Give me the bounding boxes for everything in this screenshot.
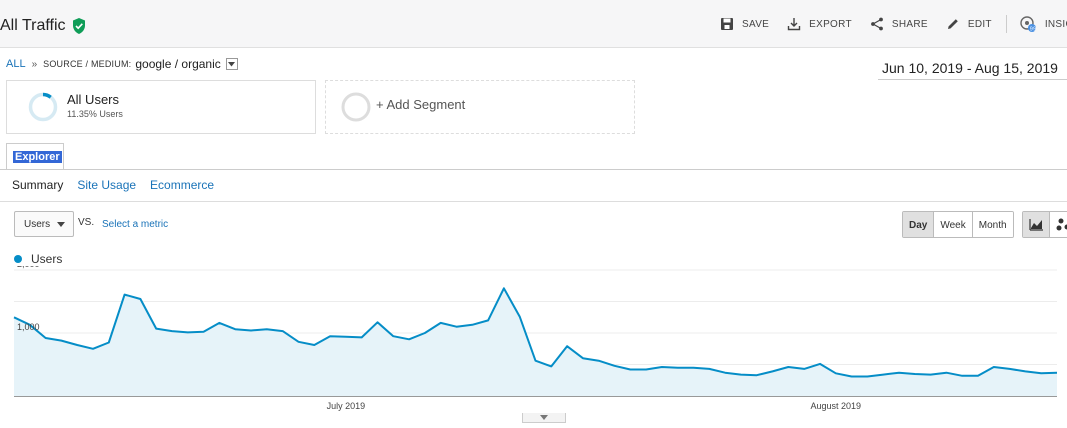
caret-down-icon [540, 415, 548, 420]
breadcrumb-dropdown-button[interactable] [225, 58, 238, 70]
caret-down-icon [57, 222, 65, 227]
breadcrumb-dimension: SOURCE / MEDIUM: [43, 59, 132, 69]
segment-subtitle: 11.35% Users [67, 109, 123, 119]
add-segment-label: + Add Segment [376, 97, 466, 112]
select-metric-link[interactable]: Select a metric [102, 219, 168, 230]
metric-select[interactable]: Users [14, 211, 74, 237]
save-button[interactable]: SAVE [720, 17, 769, 31]
tab-divider [0, 169, 1067, 170]
insights-icon: 99+ [1020, 16, 1037, 32]
motion-chart-button[interactable] [1049, 212, 1067, 237]
export-button[interactable]: EXPORT [787, 17, 852, 31]
chart-type-toggle [1022, 211, 1067, 238]
x-tick-label: July 2019 [327, 401, 366, 411]
breadcrumb-value: google / organic [135, 57, 221, 71]
save-icon [721, 18, 733, 30]
export-label: EXPORT [809, 18, 852, 30]
segment-title: All Users [67, 92, 120, 107]
edit-button[interactable]: EDIT [946, 17, 992, 31]
granularity-toggle: Day Week Month [902, 211, 1014, 238]
explorer-subtabs: Summary Site Usage Ecommerce [12, 178, 228, 192]
bubble-chart-icon [1056, 218, 1067, 231]
granularity-month-button[interactable]: Month [971, 212, 1013, 237]
insights-button[interactable]: 99+ INSIGHTS [1019, 15, 1067, 33]
vs-label: VS. [78, 217, 95, 228]
edit-label: EDIT [967, 18, 992, 30]
breadcrumb: ALL » SOURCE / MEDIUM: google / organic [6, 57, 238, 71]
metric-select-value: Users [24, 219, 51, 230]
subtab-divider [0, 201, 1067, 202]
report-toolbar: SAVE EXPORT SHARE EDIT 99 INSI [720, 0, 1067, 48]
x-tick-label: August 2019 [810, 401, 861, 411]
toolbar-divider [1005, 15, 1007, 33]
share-label: SHARE [891, 18, 928, 30]
empty-segment-circle-icon [341, 92, 371, 122]
line-chart-button[interactable] [1023, 212, 1049, 237]
tab-explorer[interactable]: Explorer [6, 143, 64, 170]
chart-legend: Users [14, 252, 62, 266]
segment-donut-icon [28, 92, 58, 122]
y-tick-label: 1,000 [17, 322, 40, 332]
caret-down-icon [228, 61, 236, 66]
date-range-picker[interactable]: Jun 10, 2019 - Aug 15, 2019 [878, 58, 1067, 80]
segment-all-users[interactable]: All Users 11.35% Users [6, 80, 316, 134]
report-title-wrap: All Traffic [0, 17, 86, 35]
report-header: All Traffic SAVE EXPORT SHARE EDIT 99 IN… [0, 0, 1067, 48]
line-chart-icon [1028, 219, 1043, 231]
subtab-ecommerce[interactable]: Ecommerce [150, 178, 214, 192]
share-button[interactable]: SHARE [870, 17, 928, 31]
subtab-summary[interactable]: Summary [12, 178, 63, 192]
collapse-chart-handle[interactable] [522, 413, 566, 423]
save-label: SAVE [742, 18, 770, 30]
tab-explorer-label: Explorer [13, 151, 62, 163]
series-area-users [14, 288, 1057, 396]
share-icon [870, 17, 883, 31]
subtab-site-usage[interactable]: Site Usage [77, 178, 136, 192]
verified-shield-icon [72, 18, 85, 34]
users-area-chart: 1,000 2,000 July 2019 August 2019 [13, 266, 1058, 411]
granularity-day-button[interactable]: Day [903, 212, 934, 237]
svg-text:99+: 99+ [1030, 26, 1037, 32]
granularity-week-button[interactable]: Week [933, 212, 972, 237]
y-tick-label: 2,000 [17, 266, 40, 269]
export-icon [787, 18, 801, 31]
legend-label-users: Users [31, 252, 63, 266]
breadcrumb-all-link[interactable]: ALL [6, 58, 26, 70]
insights-label: INSIGHTS [1044, 18, 1067, 30]
legend-swatch-users [14, 255, 22, 263]
report-title: All Traffic [0, 17, 66, 34]
add-segment-button[interactable]: + Add Segment [325, 80, 635, 134]
breadcrumb-separator: » [31, 58, 38, 70]
pencil-icon [947, 19, 958, 29]
